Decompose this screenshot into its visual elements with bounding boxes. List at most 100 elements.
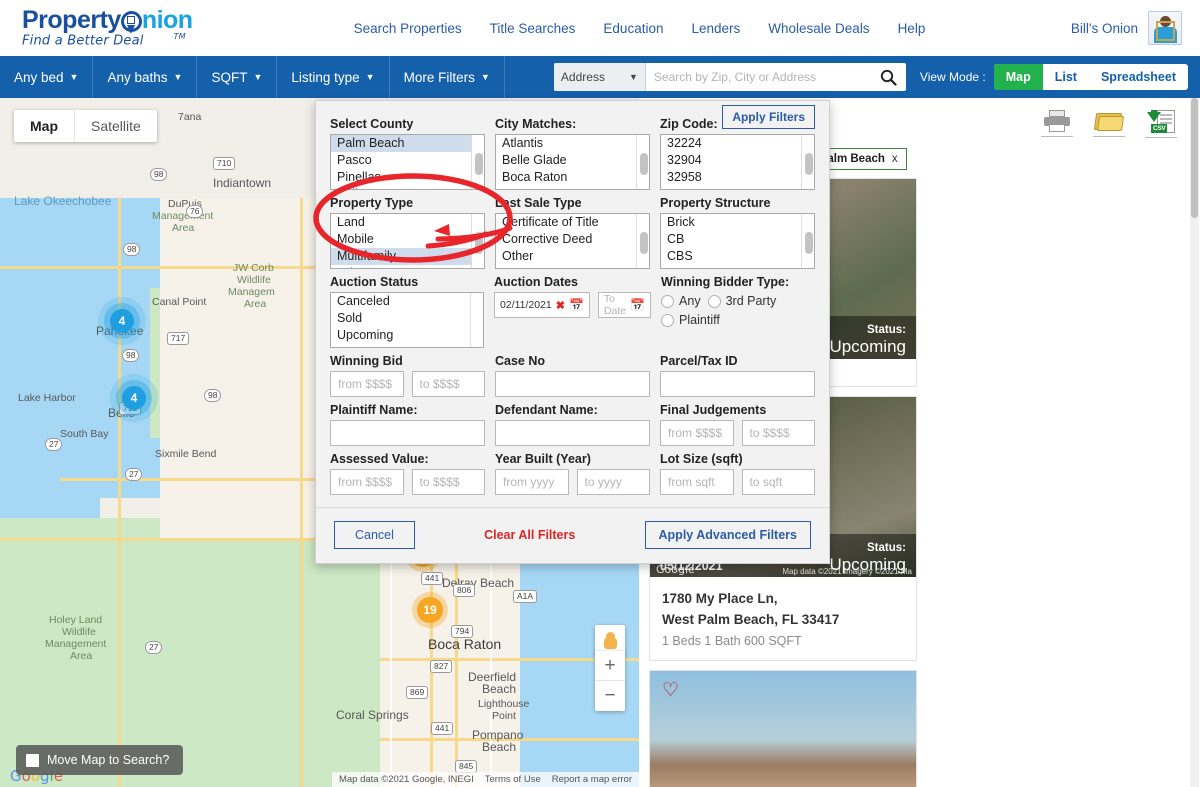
search-icon[interactable] <box>872 69 906 86</box>
nav-wholesale-deals[interactable]: Wholesale Deals <box>768 21 869 36</box>
property-type-option-land[interactable]: Land <box>331 214 484 231</box>
search-type-select[interactable]: Address ▼ <box>553 63 646 91</box>
zip-option-2[interactable]: 32904 <box>661 152 814 169</box>
map-pin-marker[interactable] <box>78 374 98 400</box>
property-type-list[interactable]: Land Mobile Multifamily Other <box>330 213 485 269</box>
property-structure-list[interactable]: Brick CB CBS <box>660 213 815 269</box>
favorite-heart-icon[interactable]: ♡ <box>662 681 679 700</box>
city-option-atlantis[interactable]: Atlantis <box>496 135 649 152</box>
close-icon[interactable]: x <box>892 153 898 165</box>
zoom-out-button[interactable]: − <box>595 681 625 711</box>
year-built-from-input[interactable] <box>495 469 569 495</box>
search-input[interactable] <box>645 70 872 84</box>
calendar-icon[interactable]: 📅 <box>630 298 645 312</box>
property-image[interactable]: ♡Tax Deed Auction05/12/2021Status:Upcomi… <box>650 671 916 787</box>
county-list-scrollbar[interactable] <box>471 135 484 189</box>
auction-date-to[interactable]: To Date 📅 <box>597 292 652 318</box>
auction-status-list[interactable]: Canceled Sold Upcoming <box>330 292 484 348</box>
bidder-radio-any[interactable]: Any <box>661 294 701 308</box>
bidder-radio-3rd-party[interactable]: 3rd Party <box>707 294 776 308</box>
csv-download-icon[interactable]: CSV <box>1144 110 1178 138</box>
city-option-boca-raton[interactable]: Boca Raton <box>496 169 649 186</box>
last-sale-option-other[interactable]: Other <box>496 248 649 265</box>
property-type-option-multifamily[interactable]: Multifamily <box>331 248 484 265</box>
user-name-label[interactable]: Bill's Onion <box>1071 21 1138 36</box>
city-list-scrollbar[interactable] <box>636 135 649 189</box>
winning-bid-from-input[interactable] <box>330 371 404 397</box>
nav-lenders[interactable]: Lenders <box>691 21 740 36</box>
map-cluster-marker[interactable]: 19 <box>417 597 443 623</box>
property-type-scrollbar[interactable] <box>471 214 484 268</box>
structure-option-cb[interactable]: CB <box>661 231 814 248</box>
assessed-value-from-input[interactable] <box>330 469 404 495</box>
property-card[interactable]: ♡Tax Deed Auction05/12/2021Status:Upcomi… <box>649 670 917 787</box>
zip-option-1[interactable]: 32224 <box>661 135 814 152</box>
county-option-polk[interactable]: Polk <box>331 186 484 189</box>
view-mode-list[interactable]: List <box>1043 64 1089 90</box>
nav-title-searches[interactable]: Title Searches <box>490 21 576 36</box>
folder-icon[interactable] <box>1092 110 1126 138</box>
auction-status-option-upcoming[interactable]: Upcoming <box>331 327 483 344</box>
assessed-value-to-input[interactable] <box>411 469 485 495</box>
lot-size-to-input[interactable] <box>741 469 815 495</box>
auction-status-option-canceled[interactable]: Canceled <box>331 293 483 310</box>
auction-date-from[interactable]: 02/11/2021 ✖ 📅 <box>493 292 590 318</box>
view-mode-spreadsheet[interactable]: Spreadsheet <box>1089 64 1188 90</box>
last-sale-type-list[interactable]: Certificate of Title Corrective Deed Oth… <box>495 213 650 269</box>
property-type-option-mobile[interactable]: Mobile <box>331 231 484 248</box>
terms-of-use-link[interactable]: Terms of Use <box>485 774 541 785</box>
user-account-area[interactable]: Bill's Onion <box>1071 11 1182 45</box>
auction-status-option-sold[interactable]: Sold <box>331 310 483 327</box>
filter-more-filters[interactable]: More Filters ▼ <box>390 56 505 98</box>
radio-icon[interactable] <box>661 313 675 327</box>
case-no-input[interactable] <box>495 371 650 397</box>
defendant-name-input[interactable] <box>495 420 650 446</box>
nav-search-properties[interactable]: Search Properties <box>354 21 462 36</box>
avatar[interactable] <box>1148 11 1182 45</box>
scrollbar-thumb[interactable] <box>1191 98 1198 218</box>
move-map-checkbox[interactable] <box>26 753 39 767</box>
map-type-map[interactable]: Map <box>14 110 75 142</box>
zip-code-list[interactable]: 32224 32904 32958 <box>660 134 815 190</box>
year-built-to-input[interactable] <box>576 469 650 495</box>
apply-filters-button[interactable]: Apply Filters <box>722 105 815 129</box>
clear-all-filters-button[interactable]: Clear All Filters <box>484 528 575 542</box>
structure-option-cbs[interactable]: CBS <box>661 248 814 265</box>
final-judgements-from-input[interactable] <box>660 420 734 446</box>
apply-advanced-filters-button[interactable]: Apply Advanced Filters <box>644 521 811 549</box>
radio-icon[interactable] <box>661 294 675 308</box>
nav-help[interactable]: Help <box>898 21 926 36</box>
map-cluster-marker[interactable]: 4 <box>110 309 134 333</box>
zip-option-3[interactable]: 32958 <box>661 169 814 186</box>
structure-scrollbar[interactable] <box>801 214 814 268</box>
final-judgements-to-input[interactable] <box>741 420 815 446</box>
county-option-pasco[interactable]: Pasco <box>331 152 484 169</box>
auction-status-scrollbar[interactable] <box>469 293 483 347</box>
map-cluster-marker[interactable]: 4 <box>122 386 146 410</box>
lot-size-from-input[interactable] <box>660 469 734 495</box>
move-map-to-search-toggle[interactable]: Move Map to Search? <box>16 745 184 775</box>
city-matches-list[interactable]: Atlantis Belle Glade Boca Raton <box>495 134 650 190</box>
filter-sqft[interactable]: SQFT ▼ <box>197 56 278 98</box>
site-logo[interactable]: Property nion Find a Better Deal TM <box>18 7 208 48</box>
radio-icon[interactable] <box>707 294 721 308</box>
filter-any-bed[interactable]: Any bed ▼ <box>0 56 94 98</box>
nav-education[interactable]: Education <box>603 21 663 36</box>
county-option-pinellas[interactable]: Pinellas <box>331 169 484 186</box>
print-icon[interactable] <box>1040 110 1074 138</box>
city-option-belle-glade[interactable]: Belle Glade <box>496 152 649 169</box>
zoom-in-button[interactable]: + <box>595 651 625 681</box>
plaintiff-name-input[interactable] <box>330 420 485 446</box>
listings-scrollbar[interactable] <box>1190 98 1199 787</box>
map-type-satellite[interactable]: Satellite <box>75 110 157 142</box>
winning-bid-to-input[interactable] <box>411 371 485 397</box>
filter-any-baths[interactable]: Any baths ▼ <box>93 56 198 98</box>
property-type-option-other[interactable]: Other <box>331 265 484 268</box>
report-map-error-link[interactable]: Report a map error <box>552 774 632 785</box>
last-sale-scrollbar[interactable] <box>636 214 649 268</box>
structure-option-brick[interactable]: Brick <box>661 214 814 231</box>
select-county-list[interactable]: Palm Beach Pasco Pinellas Polk <box>330 134 485 190</box>
zip-list-scrollbar[interactable] <box>801 135 814 189</box>
county-option-palm-beach[interactable]: Palm Beach <box>331 135 484 152</box>
parcel-tax-id-input[interactable] <box>660 371 815 397</box>
